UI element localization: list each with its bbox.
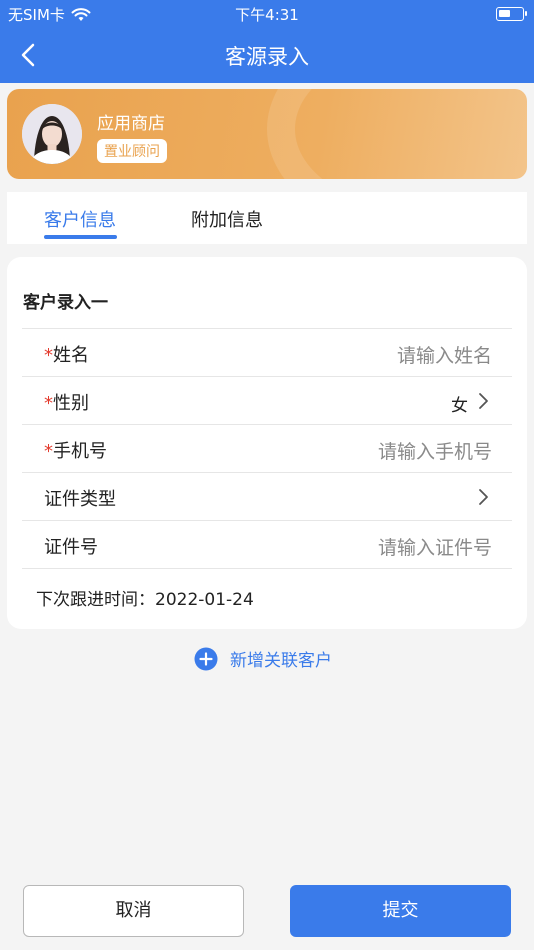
profile-card: 应用商店 置业顾问: [7, 89, 527, 179]
id-number-field-row[interactable]: 证件号 请输入证件号: [22, 520, 512, 568]
profile-name: 应用商店: [97, 114, 165, 134]
nav-bar: 客源录入: [0, 28, 534, 83]
decorative-wave: [267, 89, 527, 179]
tab-customer-info[interactable]: 客户信息: [44, 206, 116, 232]
required-mark: *: [44, 345, 53, 366]
gender-field-row[interactable]: *性别 女: [22, 376, 512, 424]
id-number-label: 证件号: [44, 537, 98, 558]
gender-value: 女: [451, 396, 468, 416]
phone-input[interactable]: 请输入手机号: [378, 437, 492, 464]
avatar-portrait-icon: [22, 104, 82, 164]
name-field-row[interactable]: *姓名 请输入姓名: [22, 328, 512, 376]
name-input[interactable]: 请输入姓名: [397, 341, 492, 368]
id-type-label: 证件类型: [44, 489, 116, 510]
id-type-field-row[interactable]: 证件类型: [22, 472, 512, 520]
battery-icon: [496, 7, 527, 21]
plus-circle-icon: [194, 647, 218, 670]
cancel-button[interactable]: 取消: [23, 885, 244, 937]
followup-date-value: 2022-01-24: [155, 590, 254, 610]
gender-label: *性别: [44, 393, 89, 414]
status-bar: 无SIM卡 下午4:31: [0, 0, 534, 28]
chevron-right-icon: [479, 489, 488, 505]
submit-button[interactable]: 提交: [290, 885, 511, 937]
status-time: 下午4:31: [235, 6, 299, 24]
required-mark: *: [44, 393, 53, 414]
section-title: 客户录入一: [23, 293, 108, 313]
phone-field-row[interactable]: *手机号 请输入手机号: [22, 424, 512, 472]
add-related-label: 新增关联客户: [230, 651, 332, 671]
id-number-input[interactable]: 请输入证件号: [378, 533, 492, 560]
row-divider: [22, 568, 512, 569]
tab-additional-info[interactable]: 附加信息: [191, 206, 263, 232]
avatar: [22, 104, 82, 164]
role-badge: 置业顾问: [97, 139, 167, 163]
required-mark: *: [44, 441, 53, 462]
phone-label: *手机号: [44, 441, 107, 462]
tab-bar: 客户信息 附加信息: [7, 192, 527, 244]
chevron-right-icon: [479, 393, 488, 409]
followup-date[interactable]: 下次跟进时间：2022-01-24: [36, 585, 254, 610]
active-tab-indicator: [44, 235, 117, 239]
page-title: 客源录入: [225, 45, 309, 69]
followup-label: 下次跟进时间：: [36, 590, 155, 610]
customer-form-card: 客户录入一 *姓名 请输入姓名 *性别 女 *手机号 请输入手机号 证件类型 证…: [7, 257, 527, 629]
add-related-customer-button[interactable]: 新增关联客户: [194, 646, 332, 671]
name-label: *姓名: [44, 345, 89, 366]
